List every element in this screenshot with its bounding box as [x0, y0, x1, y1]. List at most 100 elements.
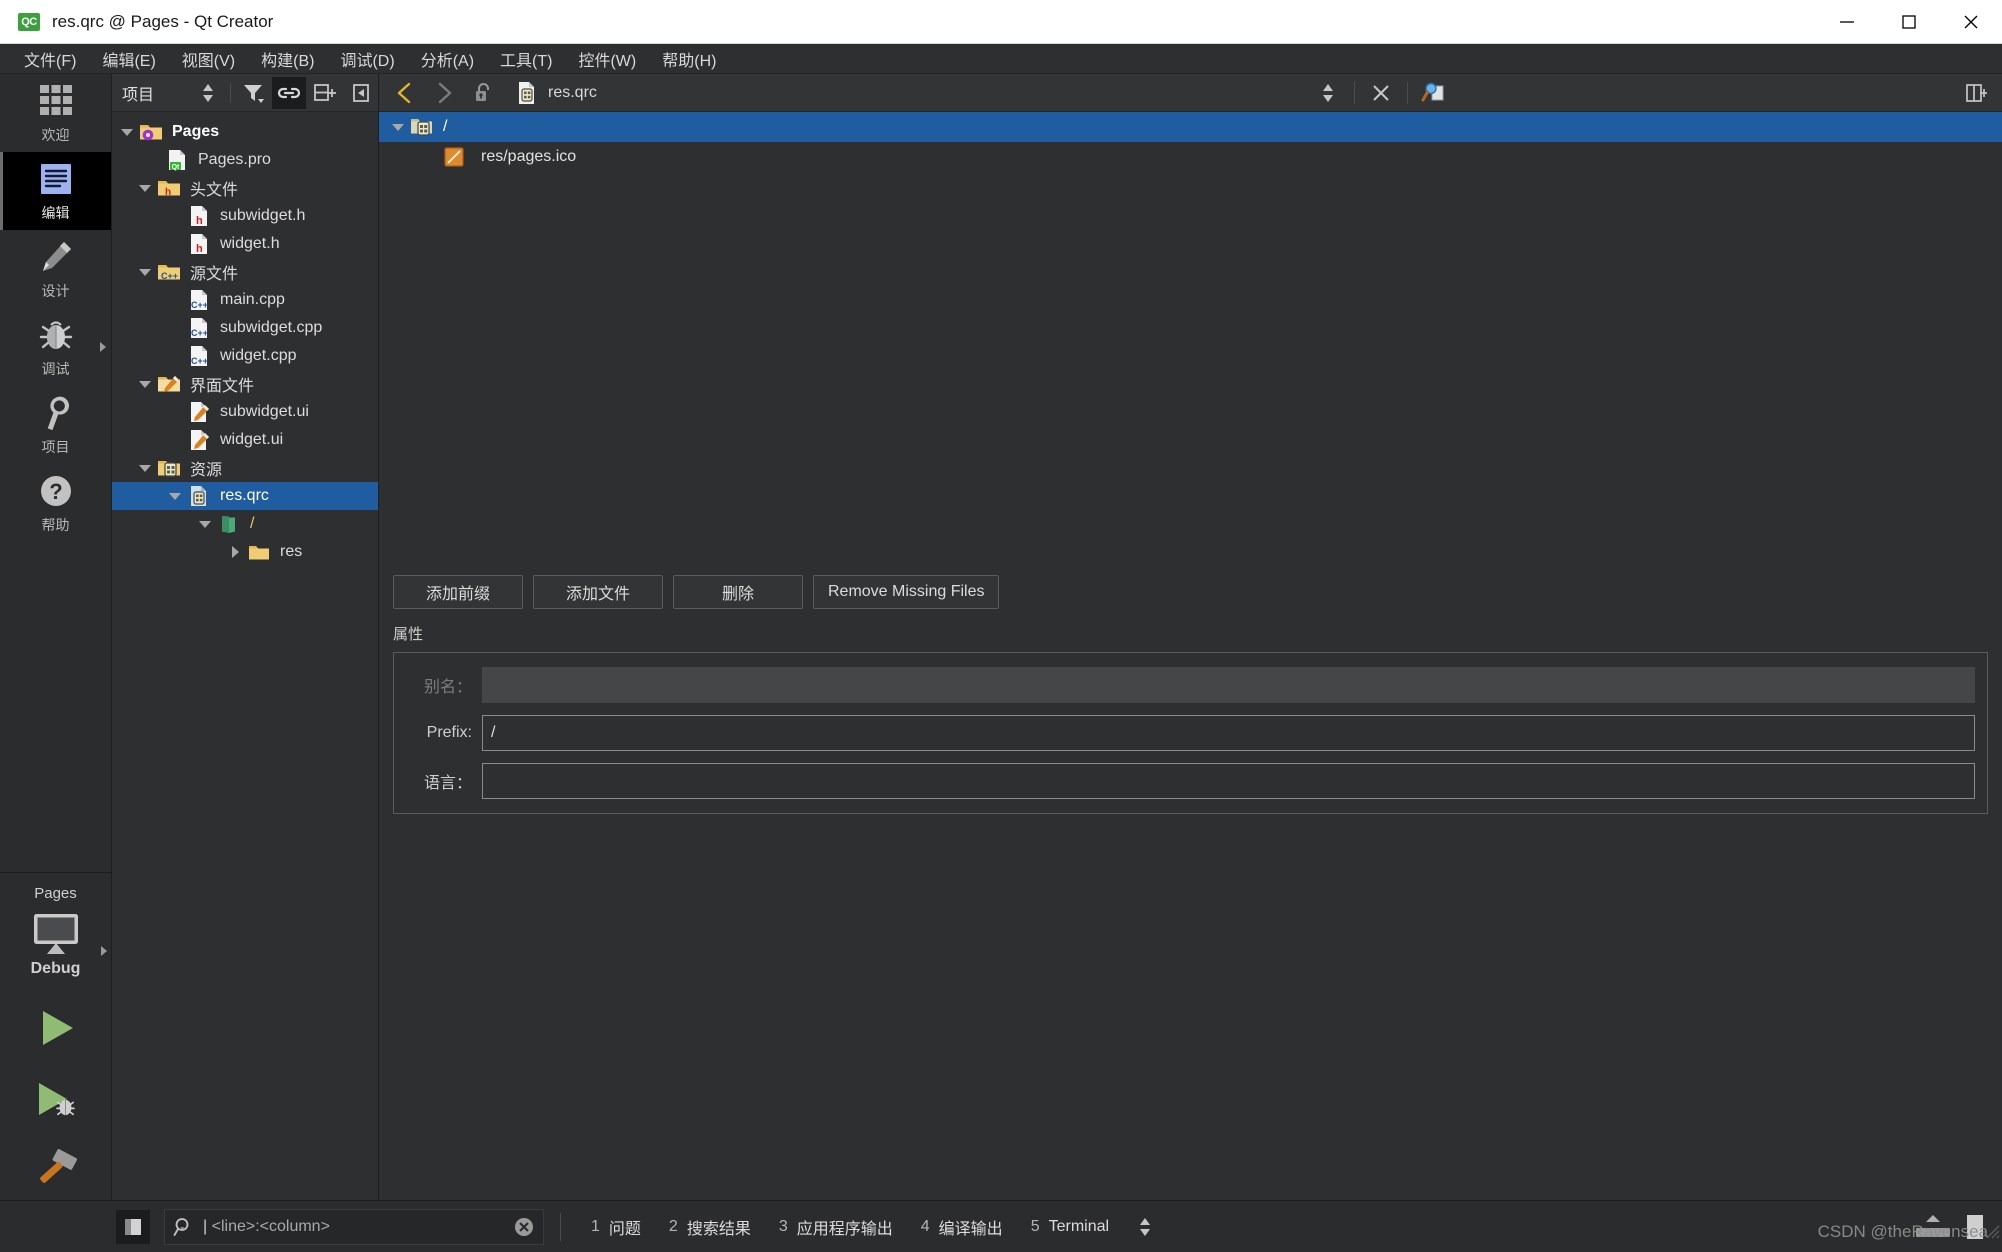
folder-qrc-icon	[156, 457, 182, 479]
menu-file[interactable]: 文件(F)	[12, 44, 88, 74]
menu-debug[interactable]: 调试(D)	[328, 44, 406, 74]
prefix-field[interactable]: /	[482, 714, 1975, 751]
remove-missing-files-button[interactable]: Remove Missing Files	[813, 574, 1000, 609]
menu-analyze[interactable]: 分析(A)	[409, 44, 486, 74]
cpp-file-icon: C++	[186, 317, 212, 339]
link-with-editor-button[interactable]	[272, 76, 306, 109]
pane-label: Terminal	[1048, 1217, 1110, 1235]
tree-item-pages-pro[interactable]: Qt Pages.pro	[112, 146, 378, 174]
mode-welcome[interactable]: 欢迎	[0, 74, 111, 152]
resource-editor-controls: 添加前缀 添加文件 删除 Remove Missing Files 属性 别名：…	[379, 558, 2002, 814]
run-actions	[26, 1000, 86, 1200]
split-add-button[interactable]	[308, 77, 342, 109]
locator-input[interactable]: | <line>:<column>	[164, 1208, 544, 1245]
alias-label: 别名：	[423, 678, 472, 696]
tree-item-prefix-root[interactable]: /	[112, 510, 378, 538]
mode-edit[interactable]: 编辑	[0, 152, 111, 230]
add-prefix-button[interactable]: 添加前缀	[393, 574, 523, 609]
navigate-forward-button[interactable]	[426, 77, 462, 109]
tree-item-widget-cpp[interactable]: C++ widget.cpp	[112, 342, 378, 370]
expand-twisty[interactable]	[116, 118, 138, 146]
lock-toggle-button[interactable]	[465, 77, 501, 109]
add-files-button[interactable]: 添加文件	[533, 574, 663, 609]
output-pane-application-output[interactable]: 3 应用程序输出	[765, 1211, 907, 1243]
expand-twisty[interactable]	[224, 538, 246, 566]
remove-button[interactable]: 删除	[673, 574, 803, 609]
kit-expand-arrow-icon[interactable]	[100, 946, 107, 956]
expand-twisty[interactable]	[164, 482, 186, 510]
output-pane-issues[interactable]: 1 问题	[577, 1211, 655, 1243]
split-editor-button[interactable]	[1958, 77, 1994, 109]
tree-item-main-cpp[interactable]: C++ main.cpp	[112, 286, 378, 314]
output-pane-compile-output[interactable]: 4 编译输出	[907, 1211, 1017, 1243]
mode-help[interactable]: ? 帮助	[0, 464, 111, 542]
resize-grip[interactable]	[1982, 1221, 2000, 1239]
prefix-row: Prefix: /	[406, 714, 1975, 751]
tree-item-sources-folder[interactable]: C++ 源文件	[112, 258, 378, 286]
navigate-back-button[interactable]	[387, 77, 423, 109]
mode-label: 帮助	[41, 517, 70, 533]
close-button[interactable]	[1940, 0, 2002, 43]
run-button[interactable]	[26, 1000, 86, 1056]
resource-file-row[interactable]: res/pages.ico	[379, 142, 2002, 172]
svg-text:Qt: Qt	[172, 164, 180, 171]
collapse-panel-button[interactable]	[344, 77, 378, 109]
progress-details-button[interactable]	[1916, 1214, 1950, 1239]
expand-twisty[interactable]	[134, 454, 156, 482]
toggle-sidebar-button[interactable]	[116, 1209, 150, 1244]
expand-twisty-placeholder	[164, 202, 186, 230]
expand-twisty[interactable]	[134, 370, 156, 398]
svg-text:C++: C++	[191, 328, 208, 338]
menu-view[interactable]: 视图(V)	[170, 44, 247, 74]
project-tree[interactable]: Pages Qt Pages.pro h 头文件 h subwidget.h h…	[112, 112, 378, 1200]
output-pane-terminal[interactable]: 5 Terminal	[1017, 1214, 1123, 1240]
debug-button[interactable]	[26, 1072, 86, 1128]
tree-item-subwidget-cpp[interactable]: C++ subwidget.cpp	[112, 314, 378, 342]
kit-row[interactable]: Debug	[0, 910, 112, 978]
resource-item-label: /	[443, 118, 448, 135]
expand-twisty[interactable]	[134, 258, 156, 286]
tree-item-resources-folder[interactable]: 资源	[112, 454, 378, 482]
filter-button[interactable]	[236, 77, 270, 109]
resource-prefix-row[interactable]: /	[379, 112, 2002, 142]
mode-debug[interactable]: 调试	[0, 308, 111, 386]
close-document-button[interactable]	[1363, 77, 1399, 109]
mode-label: 欢迎	[41, 127, 70, 143]
language-field[interactable]	[482, 762, 1975, 799]
mode-design[interactable]: 设计	[0, 230, 111, 308]
build-button[interactable]	[26, 1144, 86, 1200]
menu-help[interactable]: 帮助(H)	[650, 44, 728, 74]
expand-twisty[interactable]	[194, 510, 216, 538]
tree-item-widget-ui[interactable]: widget.ui	[112, 426, 378, 454]
output-pane-scroll-button[interactable]	[1123, 1211, 1167, 1243]
menu-window[interactable]: 控件(W)	[566, 44, 648, 74]
tree-item-widget-h[interactable]: h widget.h	[112, 230, 378, 258]
document-list-updown-button[interactable]	[1310, 77, 1346, 109]
tree-item-headers-folder[interactable]: h 头文件	[112, 174, 378, 202]
project-tree-panel: 项目 Pages Qt Pages.pro h 头文件 h subwidget.…	[112, 74, 379, 1200]
menu-edit[interactable]: 编辑(E)	[90, 44, 167, 74]
tree-item-subwidget-h[interactable]: h subwidget.h	[112, 202, 378, 230]
expand-twisty[interactable]	[134, 174, 156, 202]
locator-clear-button[interactable]	[513, 1216, 535, 1238]
tree-item-res-qrc[interactable]: res.qrc	[112, 482, 378, 510]
output-pane-search-results[interactable]: 2 搜索结果	[655, 1211, 765, 1243]
sync-selector-button[interactable]	[191, 77, 225, 109]
open-document-selector[interactable]: res.qrc	[504, 78, 1307, 108]
tree-item-forms-folder[interactable]: 界面文件	[112, 370, 378, 398]
tree-item-pages[interactable]: Pages	[112, 118, 378, 146]
maximize-button[interactable]	[1878, 0, 1940, 43]
menu-build[interactable]: 构建(B)	[249, 44, 326, 74]
menu-tools[interactable]: 工具(T)	[488, 44, 564, 74]
mode-projects[interactable]: 项目	[0, 386, 111, 464]
tree-item-subwidget-ui[interactable]: subwidget.ui	[112, 398, 378, 426]
mode-expand-arrow-icon[interactable]	[100, 342, 106, 352]
minimize-button[interactable]	[1816, 0, 1878, 43]
svg-text:C++: C++	[161, 271, 178, 281]
kit-selector[interactable]: Pages Debug	[0, 872, 111, 1200]
alias-field[interactable]	[482, 666, 1975, 703]
expand-twisty[interactable]	[387, 113, 409, 141]
find-in-document-icon[interactable]	[1416, 77, 1452, 109]
tree-item-res-folder[interactable]: res	[112, 538, 378, 566]
resource-tree[interactable]: / res/pages.ico	[379, 112, 2002, 559]
